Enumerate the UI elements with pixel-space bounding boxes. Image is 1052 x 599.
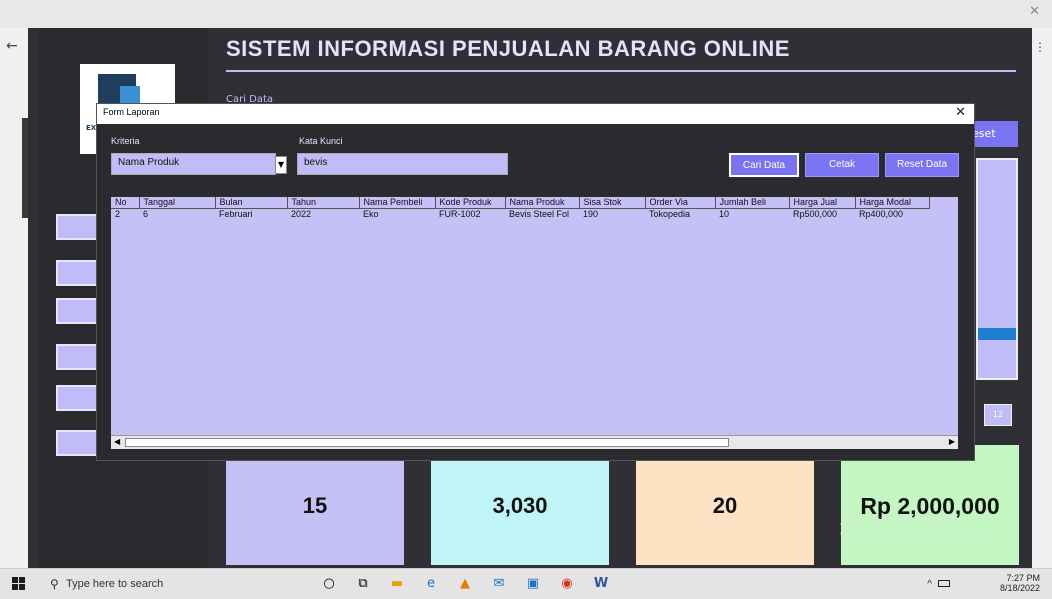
column-header[interactable]: Tanggal bbox=[139, 197, 216, 209]
column-header[interactable]: No bbox=[111, 197, 140, 209]
logo-mark-accent bbox=[120, 86, 140, 104]
column-header[interactable]: Tahun bbox=[287, 197, 360, 209]
table-row[interactable]: 2 6 Februari 2022 Eko FUR-1002 Bevis Ste… bbox=[111, 208, 929, 219]
title-underline bbox=[226, 70, 1016, 72]
dialog-title-bar: Form Laporan ✕ bbox=[97, 104, 974, 124]
right-list[interactable] bbox=[976, 158, 1018, 380]
table-cell: Tokopedia bbox=[649, 208, 691, 219]
word-icon[interactable]: W bbox=[592, 575, 610, 593]
chevron-down-icon[interactable]: ▼ bbox=[275, 156, 287, 174]
dialog-title: Form Laporan bbox=[103, 107, 160, 117]
scroll-thumb[interactable] bbox=[125, 438, 729, 447]
clock-time[interactable]: 7:27 PM bbox=[1000, 573, 1040, 583]
scroll-left-icon[interactable]: ◀ bbox=[114, 437, 120, 446]
table-cell: Eko bbox=[363, 208, 379, 219]
edge-icon[interactable]: e bbox=[422, 575, 440, 593]
watermark-line-2: Go to Settings to activate Windows. bbox=[840, 529, 998, 540]
right-strip: ⋮ bbox=[1032, 28, 1052, 568]
search-placeholder: Type here to search bbox=[66, 578, 164, 590]
file-explorer-icon[interactable]: ▬ bbox=[388, 575, 406, 593]
scroll-right-icon[interactable]: ▶ bbox=[949, 437, 955, 446]
close-icon[interactable]: ✕ bbox=[955, 105, 966, 120]
clock-date[interactable]: 8/18/2022 bbox=[1000, 583, 1040, 593]
back-arrow-icon[interactable]: ← bbox=[6, 38, 18, 54]
mail-icon[interactable]: ✉ bbox=[490, 575, 508, 593]
table-cell: 6 bbox=[143, 208, 149, 219]
column-header[interactable]: Harga Jual bbox=[789, 197, 856, 209]
close-icon[interactable]: ✕ bbox=[1029, 4, 1040, 19]
kriteria-select[interactable]: Nama Produk bbox=[111, 153, 276, 175]
left-strip: ← bbox=[0, 28, 28, 568]
horizontal-scrollbar[interactable]: ◀ ▶ bbox=[111, 435, 958, 449]
table-cell: Bevis Steel Fol bbox=[509, 208, 570, 219]
table-cell: 2022 bbox=[291, 208, 312, 219]
column-header[interactable]: Jumlah Beli bbox=[715, 197, 790, 209]
stat-card-2: 3,030 bbox=[431, 445, 609, 565]
form-laporan-dialog: Form Laporan ✕ Kriteria Nama Produk ▼ Ka… bbox=[96, 103, 975, 461]
stat-card-3: 20 bbox=[636, 445, 814, 565]
vlc-icon[interactable]: ▲ bbox=[456, 575, 474, 593]
taskbar: ⚲ Type here to search ○ ⧉ ▬ e ▲ ✉ ▣ ◉ W … bbox=[0, 568, 1052, 599]
table-cell: 190 bbox=[583, 208, 599, 219]
stat-card-4: Rp 2,000,000 bbox=[841, 445, 1019, 565]
cortana-icon[interactable]: ○ bbox=[320, 575, 338, 593]
taskbar-search[interactable]: ⚲ Type here to search bbox=[42, 572, 272, 596]
battery-icon[interactable] bbox=[938, 580, 950, 587]
task-view-icon[interactable]: ⧉ bbox=[354, 575, 372, 593]
kriteria-label: Kriteria bbox=[111, 136, 140, 146]
column-header[interactable]: Nama Produk bbox=[505, 197, 580, 209]
kata-kunci-label: Kata Kunci bbox=[299, 136, 343, 146]
number-box: 12 bbox=[984, 404, 1012, 426]
chrome-icon[interactable]: ◉ bbox=[558, 575, 576, 593]
chevron-up-icon[interactable]: ^ bbox=[927, 579, 932, 590]
table-cell: 10 bbox=[719, 208, 730, 219]
page-title: SISTEM INFORMASI PENJUALAN BARANG ONLINE bbox=[226, 36, 790, 61]
report-table[interactable]: No Tanggal Bulan Tahun Nama Pembeli Kode… bbox=[111, 197, 958, 449]
more-icon[interactable]: ⋮ bbox=[1034, 40, 1046, 54]
table-cell: FUR-1002 bbox=[439, 208, 481, 219]
window-top-bar: ✕ bbox=[0, 0, 1052, 28]
search-icon: ⚲ bbox=[50, 577, 59, 591]
column-header[interactable]: Kode Produk bbox=[435, 197, 506, 209]
selected-row bbox=[978, 328, 1016, 340]
kata-kunci-input[interactable]: bevis bbox=[297, 153, 508, 175]
table-header-row: No Tanggal Bulan Tahun Nama Pembeli Kode… bbox=[111, 197, 930, 209]
table-cell: Februari bbox=[219, 208, 253, 219]
column-header[interactable]: Order Via bbox=[645, 197, 716, 209]
table-cell: 2 bbox=[115, 208, 121, 219]
column-header[interactable]: Sisa Stok bbox=[579, 197, 646, 209]
column-header[interactable]: Nama Pembeli bbox=[359, 197, 436, 209]
reset-data-button[interactable]: Reset Data bbox=[885, 153, 959, 177]
watermark-line-1: Activate Windows bbox=[840, 512, 959, 529]
column-header[interactable]: Bulan bbox=[215, 197, 288, 209]
activation-watermark: Activate Windows Go to Settings to activ… bbox=[840, 512, 998, 540]
table-cell: Rp500,000 bbox=[793, 208, 838, 219]
column-header[interactable]: Harga Modal bbox=[855, 197, 930, 209]
reset-button-bg[interactable]: eset bbox=[968, 121, 1018, 147]
cetak-button[interactable]: Cetak bbox=[805, 153, 879, 177]
store-icon[interactable]: ▣ bbox=[524, 575, 542, 593]
windows-start-icon[interactable] bbox=[12, 577, 26, 591]
stat-card-1: 15 bbox=[226, 445, 404, 565]
cari-data-button[interactable]: Cari Data bbox=[728, 152, 800, 178]
system-tray: ^ 7:27 PM 8/18/2022 bbox=[927, 573, 1040, 593]
table-cell: Rp400,000 bbox=[859, 208, 904, 219]
